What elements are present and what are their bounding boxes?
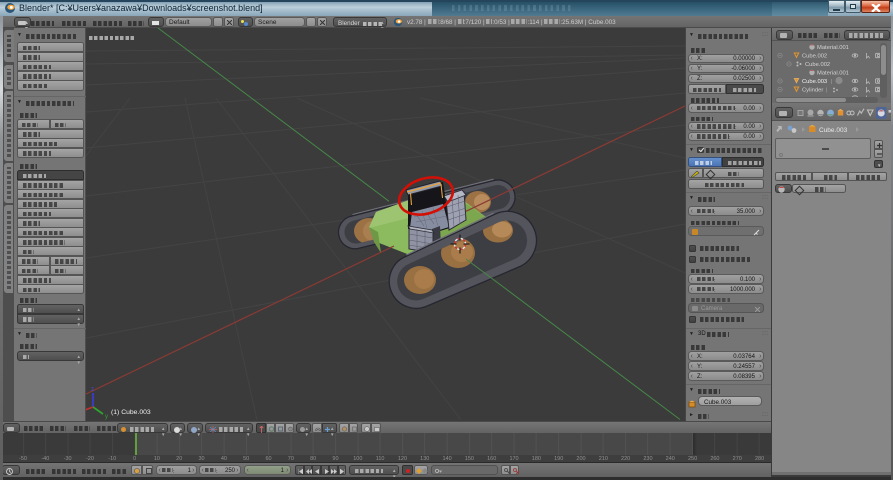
svg-text:Material.001: Material.001: [817, 71, 849, 77]
svg-text:Cube.002: Cube.002: [805, 62, 830, 68]
svg-text:Cylinder: Cylinder: [802, 88, 823, 94]
svg-text:|: |: [831, 79, 833, 85]
svg-text:y: y: [105, 414, 108, 420]
svg-text:|: |: [826, 88, 828, 94]
svg-text:z: z: [91, 387, 94, 393]
svg-text:Cube.003: Cube.003: [802, 79, 827, 85]
svg-text:Cube.002: Cube.002: [802, 54, 827, 60]
svg-text:Cube.003: Cube.003: [819, 127, 848, 134]
svg-text:Material.001: Material.001: [817, 45, 849, 51]
